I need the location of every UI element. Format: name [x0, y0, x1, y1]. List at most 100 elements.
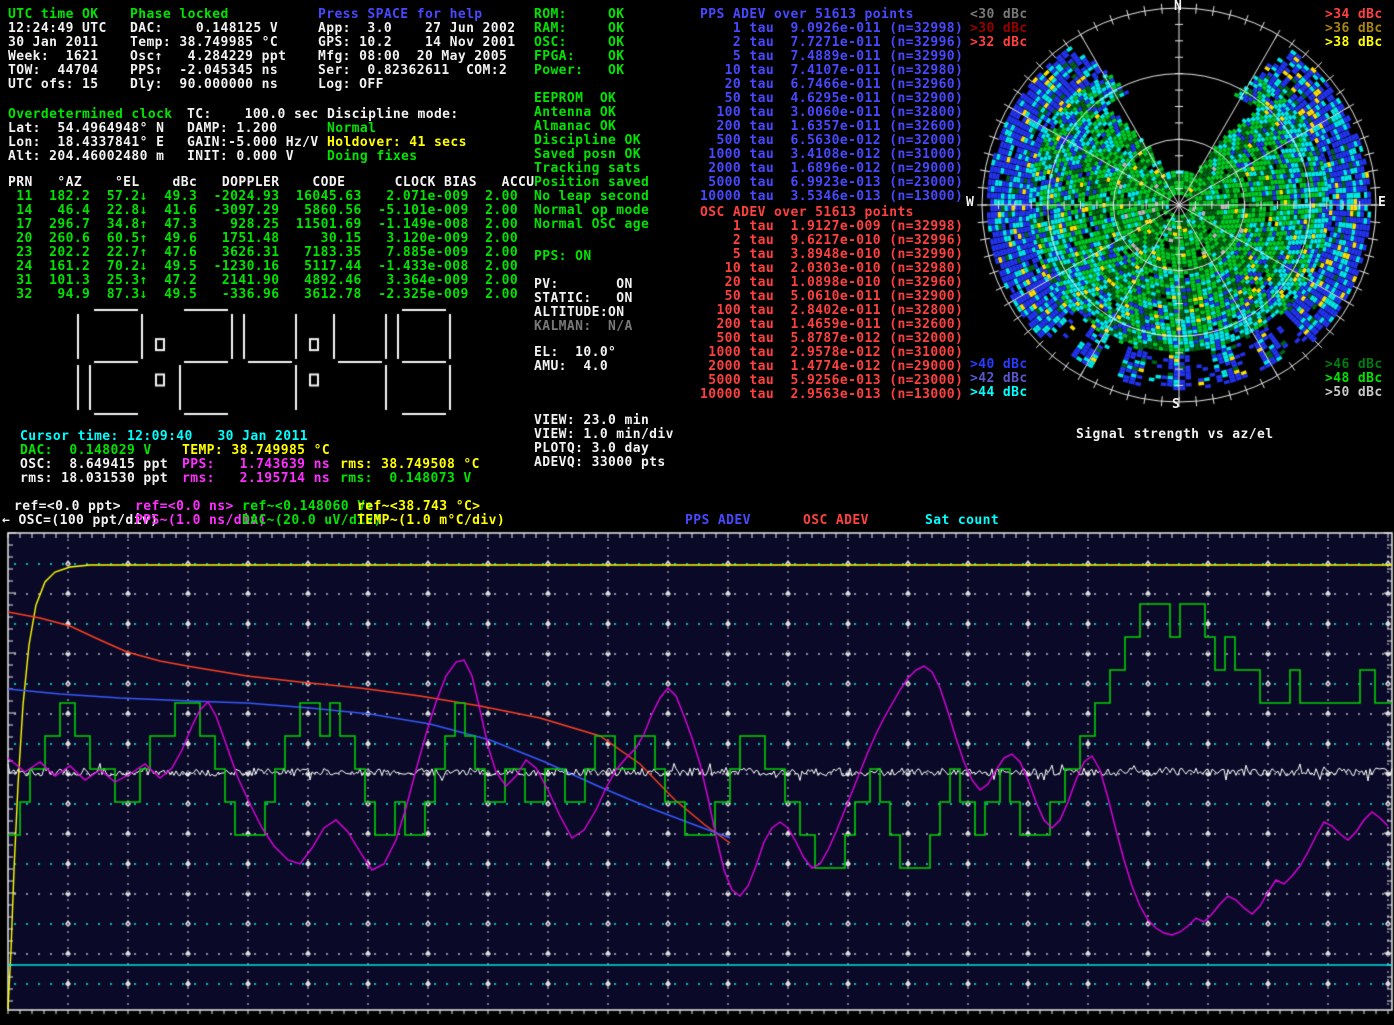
ref-pps-line-0: ref=<0.0 ns>	[135, 500, 234, 514]
utc-block-line-5: UTC ofs: 15	[8, 78, 99, 92]
utc-block-line-0: UTC time OK	[8, 8, 99, 22]
status-block-line-12: Position saved	[534, 176, 649, 190]
status-block-line-11: Tracking sats	[534, 162, 641, 176]
legend-osc-adev-line-0: OSC ADEV	[803, 514, 869, 528]
pps-adev-block-line-8: 200 tau 1.6357e-011 (n=32600)	[700, 120, 963, 134]
legend-pps-adev-line-0: PPS ADEV	[685, 514, 751, 528]
tc-block-line-2: GAIN:-5.000 Hz/V	[187, 136, 319, 150]
ref-dac-line-0: ref~<0.148060 V>	[242, 500, 374, 514]
phase-block-line-1: DAC: 0.148125 V	[130, 22, 278, 36]
utc-block-line-1: 12:24:49 UTC	[8, 22, 107, 36]
help-block-line-3: Mfg: 08:00 20 May 2005	[318, 50, 507, 64]
osc-adev-block-line-12: 5000 tau 5.9256e-013 (n=23000)	[700, 374, 963, 388]
el-amu-block-line-0: EL: 10.0°	[534, 346, 616, 360]
osc-adev-block-line-10: 1000 tau 2.9578e-012 (n=31000)	[700, 346, 963, 360]
pps-adev-block-line-12: 5000 tau 6.9923e-013 (n=23000)	[700, 176, 963, 190]
pv-block-line-0: PV: ON	[534, 278, 633, 292]
phase-block-line-5: Dly: 90.000000 ns	[130, 78, 278, 92]
status-block-line-4: Power: OK	[534, 64, 625, 78]
compass-w-line-0: W	[966, 196, 974, 210]
cursor-col1-line-2: rms: 18.031530 ppt	[20, 472, 168, 486]
polar-legend-tl-line-1: >30 dBc	[970, 22, 1028, 36]
pps-adev-block-line-2: 2 tau 7.7271e-011 (n=32996)	[700, 36, 963, 50]
tc-block-line-1: DAMP: 1.200	[187, 122, 278, 136]
pps-adev-block-line-11: 2000 tau 1.6896e-012 (n=29000)	[700, 162, 963, 176]
osc-adev-block-line-0: OSC ADEV over 51613 points	[700, 206, 914, 220]
polar-legend-tl-line-0: <30 dBc	[970, 8, 1028, 22]
osc-adev-block-line-6: 50 tau 5.0610e-011 (n=32900)	[700, 290, 963, 304]
tc-block-line-3: INIT: 0.000 V	[187, 150, 294, 164]
help-block-line-2: GPS: 10.2 14 Nov 2001	[318, 36, 515, 50]
status-block-line-15: Normal OSC age	[534, 218, 649, 232]
compass-n-line-0: N	[1174, 0, 1182, 14]
ref-osc-line-0: ref=<0.0 ppt>	[14, 500, 121, 514]
satellite-polar-map-canvas	[964, 0, 1394, 412]
polar-legend-bl-line-2: >44 dBc	[970, 386, 1028, 400]
cursor-col3-line-1: rms: 0.148073 V	[340, 472, 472, 486]
polar-legend-bl-line-1: >42 dBc	[970, 372, 1028, 386]
sat-table-line-5: 23 202.2 22.7↑ 47.6 3626.31 7183.35 7.88…	[8, 246, 518, 260]
phase-block-line-4: PPS↑ -2.045345 ns	[130, 64, 278, 78]
overdetermined-block-line-1: Lat: 54.4964948° N	[8, 122, 164, 136]
help-block-line-5: Log: OFF	[318, 78, 384, 92]
pps-adev-block-line-0: PPS ADEV over 51613 points	[700, 8, 914, 22]
ref-temp-line-0: ref~<38.743 °C>	[357, 500, 480, 514]
status-block-line-9: Discipline OK	[534, 134, 641, 148]
cursor-col2-line-0: TEMP: 38.749985 °C	[182, 444, 330, 458]
cursor-time-line-line-0: Cursor time: 12:09:40 30 Jan 2011	[20, 430, 308, 444]
osc-adev-block-line-3: 5 tau 3.8948e-010 (n=32990)	[700, 248, 963, 262]
utc-block-line-3: Week: 1621	[8, 50, 99, 64]
sat-table-line-7: 31 101.3 25.3↑ 47.2 2141.90 4892.46 3.36…	[8, 274, 518, 288]
sat-table-line-0: PRN °AZ °EL dBc DOPPLER CODE CLOCK BIAS …	[8, 176, 535, 190]
view-block-line-0: VIEW: 23.0 min	[534, 414, 649, 428]
pv-block-line-2: ALTITUDE:ON	[534, 306, 625, 320]
osc-adev-block-line-9: 500 tau 5.8787e-012 (n=32000)	[700, 332, 963, 346]
pps-adev-block-line-1: 1 tau 9.0926e-011 (n=32998)	[700, 22, 963, 36]
pps-on-block-line-0: PPS: ON	[534, 250, 592, 264]
cursor-col1-line-1: OSC: 8.649415 ppt	[20, 458, 168, 472]
heather-gps-monitor-screen: UTC time OK12:24:49 UTC30 Jan 2011Week: …	[0, 0, 1394, 1025]
discipline-block-line-1: Normal	[327, 122, 376, 136]
cursor-col3-line-0: rms: 38.749508 °C	[340, 458, 480, 472]
status-block-line-8: Almanac OK	[534, 120, 616, 134]
compass-s-line-0: S	[1172, 398, 1180, 412]
status-block-line-3: FPGA: OK	[534, 50, 625, 64]
view-block-line-1: VIEW: 1.0 min/div	[534, 428, 674, 442]
pps-adev-block-line-5: 20 tau 6.7466e-011 (n=32960)	[700, 78, 963, 92]
status-block-line-7: Antenna OK	[534, 106, 616, 120]
overdetermined-block-line-2: Lon: 18.4337841° E	[8, 136, 164, 150]
overdetermined-block-line-0: Overdetermined clock	[8, 108, 173, 122]
sat-table-line-6: 24 161.2 70.2↓ 49.5 -1230.16 5117.44 -1.…	[8, 260, 518, 274]
pv-block-line-1: STATIC: ON	[534, 292, 633, 306]
help-block-line-1: App: 3.0 27 Jun 2002	[318, 22, 515, 36]
polar-legend-tr-line-0: >34 dBc	[1325, 8, 1383, 22]
cursor-col1-line-0: DAC: 0.148029 V	[20, 444, 152, 458]
sat-table-line-3: 17 296.7 34.8↑ 47.3 928.25 11501.69 -1.1…	[8, 218, 518, 232]
discipline-block-line-0: Discipline mode:	[327, 108, 459, 122]
pv-block-line-3: KALMAN: N/A	[534, 320, 633, 334]
status-block-line-0: ROM: OK	[534, 8, 625, 22]
overdetermined-block-line-3: Alt: 204.46002480 m	[8, 150, 164, 164]
el-amu-block-line-1: AMU: 4.0	[534, 360, 608, 374]
polar-legend-bl-line-0: >40 dBc	[970, 358, 1028, 372]
help-block-line-4: Ser: 0.82362611 COM:2	[318, 64, 507, 78]
osc-adev-block-line-5: 20 tau 1.0898e-010 (n=32960)	[700, 276, 963, 290]
osc-adev-block-line-7: 100 tau 2.8402e-011 (n=32800)	[700, 304, 963, 318]
osc-adev-block-line-1: 1 tau 1.9127e-009 (n=32998)	[700, 220, 963, 234]
sat-table-line-2: 14 46.4 22.8↓ 41.6 -3097.29 5860.56 -5.1…	[8, 204, 518, 218]
legend-sat-count-line-0: Sat count	[925, 514, 999, 528]
utc-block-line-2: 30 Jan 2011	[8, 36, 99, 50]
discipline-block-line-2: Holdover: 41 secs	[327, 136, 467, 150]
sat-table-line-8: 32 94.9 87.3↓ 49.5 -336.96 3612.78 -2.32…	[8, 288, 518, 302]
pps-adev-block-line-6: 50 tau 4.6295e-011 (n=32900)	[700, 92, 963, 106]
polar-legend-br-line-2: >50 dBc	[1325, 386, 1383, 400]
sat-table-line-4: 20 260.6 60.5↑ 49.6 1751.48 30.15 3.120e…	[8, 232, 518, 246]
compass-e-line-0: E	[1378, 196, 1386, 210]
tc-block-line-0: TC: 100.0 sec	[187, 108, 319, 122]
big-digital-clock	[22, 300, 502, 430]
phase-block-line-2: Temp: 38.749985 °C	[130, 36, 278, 50]
sat-table-line-1: 11 182.2 57.2↓ 49.3 -2024.93 16045.63 2.…	[8, 190, 518, 204]
polar-legend-br-line-0: >46 dBc	[1325, 358, 1383, 372]
view-block-line-2: PLOTQ: 3.0 day	[534, 442, 649, 456]
history-plot-canvas[interactable]	[0, 530, 1394, 1025]
